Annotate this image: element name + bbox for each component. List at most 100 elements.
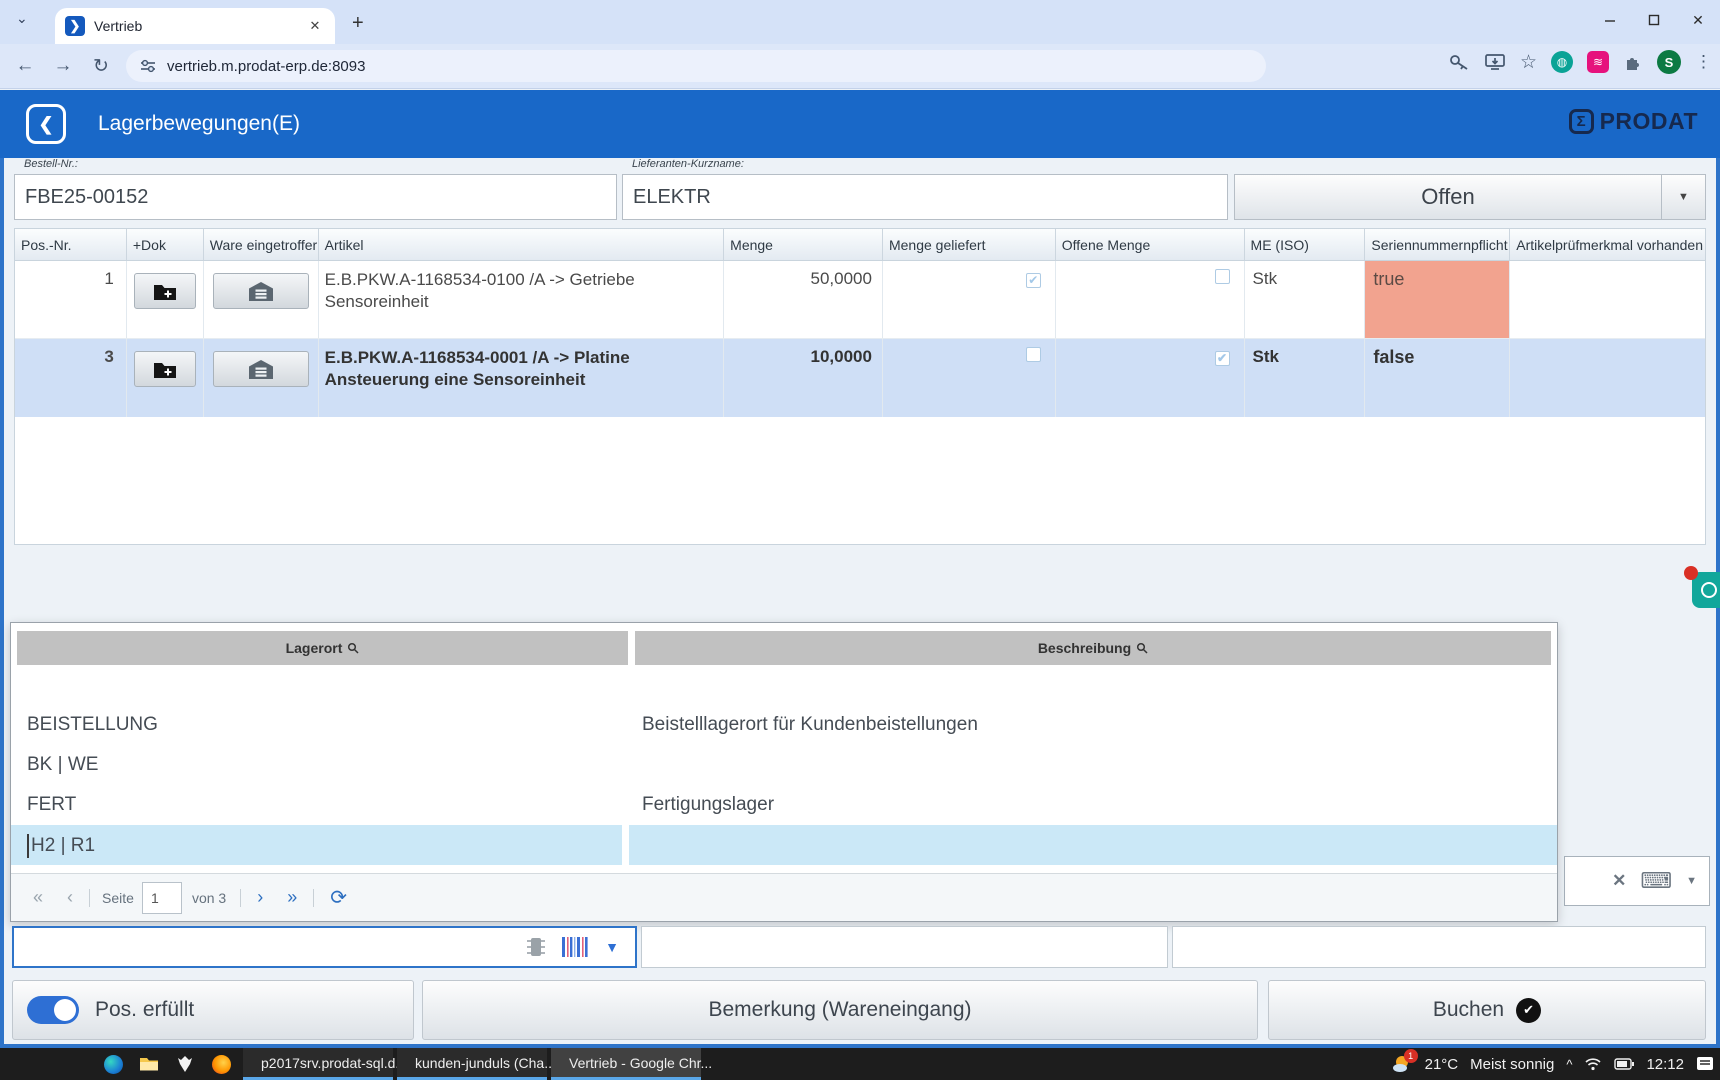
menge-geliefert-checkbox[interactable] (1026, 347, 1041, 362)
status-dropdown-arrow-icon[interactable]: ▼ (1661, 175, 1705, 219)
col-ware-eingetroffen[interactable]: Ware eingetroffer (204, 229, 319, 260)
buchen-button[interactable]: Buchen ✔ (1268, 980, 1706, 1040)
beschreibung-value (629, 665, 1557, 705)
list-item[interactable]: BEISTELLUNG Beistelllagerort für Kundenb… (11, 705, 1557, 745)
weather-desc[interactable]: Meist sonnig (1470, 1056, 1554, 1073)
table-row[interactable]: 1 E.B.PKW.A-1168534-0100 /A -> Getriebe … (15, 261, 1705, 339)
taskbar-task-chat[interactable]: kunden-junduls (Cha... (397, 1048, 547, 1080)
col-dok[interactable]: +Dok (127, 229, 204, 260)
bemerkung-label: Bemerkung (Wareneingang) (708, 998, 971, 1022)
bookmark-star-icon[interactable]: ☆ (1520, 51, 1537, 74)
weather-badge: 1 (1404, 1049, 1418, 1063)
pos-erfuellt-toggle-button[interactable]: Pos. erfüllt (12, 980, 414, 1040)
col-me-iso[interactable]: ME (ISO) (1245, 229, 1366, 260)
popup-col-lagerort[interactable]: Lagerort (17, 631, 628, 665)
beschreibung-value: Beistelllagerort für Kundenbeistellungen (629, 705, 1557, 745)
col-artikelpruefmerkmal[interactable]: Artikelprüfmerkmal vorhanden (1510, 229, 1705, 260)
col-menge[interactable]: Menge (724, 229, 883, 260)
keyboard-icon[interactable]: ⌨ (1640, 868, 1672, 894)
scan-dropdown-arrow-icon[interactable]: ▼ (605, 939, 619, 955)
dok-add-button[interactable] (134, 351, 196, 387)
bestell-nr-input[interactable]: FBE25-00152 (14, 174, 617, 220)
input-field-middle[interactable] (641, 926, 1168, 968)
teal-extension-icon[interactable]: ◍ (1551, 51, 1573, 73)
divider (313, 889, 314, 907)
screen-capture-bubble[interactable] (1692, 572, 1720, 608)
lagerort-popup: Lagerort Beschreibung BEISTELLUNG Beiste… (10, 622, 1558, 922)
scan-input[interactable]: ▼ (12, 926, 637, 968)
lagerort-value: FERT (11, 785, 622, 825)
new-tab-button[interactable]: + (352, 12, 364, 35)
menge-geliefert-checkbox[interactable]: ✔ (1026, 273, 1041, 288)
pink-extension-icon[interactable]: ≋ (1587, 51, 1609, 73)
wifi-icon[interactable] (1584, 1057, 1602, 1071)
table-row-selected[interactable]: 3 E.B.PKW.A-1168534-0001 /A -> Platine A… (15, 339, 1705, 417)
col-offene-menge[interactable]: Offene Menge (1056, 229, 1245, 260)
window-close-button[interactable]: ✕ (1676, 0, 1720, 40)
warehouse-button[interactable] (213, 351, 309, 387)
lieferant-label: Lieferanten-Kurzname: (632, 158, 744, 170)
notification-dot (1684, 566, 1698, 580)
list-item[interactable]: BK | WE (11, 745, 1557, 785)
offene-menge-checkbox[interactable] (1215, 269, 1230, 284)
weather-temp[interactable]: 21°C (1425, 1056, 1459, 1073)
tab-search-chevron-icon[interactable]: ⌄ (16, 10, 28, 27)
col-menge-geliefert[interactable]: Menge geliefert (883, 229, 1056, 260)
task-label: Vertrieb - Google Chr... (569, 1055, 712, 1071)
keyboard-dropdown-arrow-icon[interactable]: ▼ (1686, 875, 1697, 887)
status-dropdown[interactable]: Offen ▼ (1234, 174, 1706, 220)
window-minimize-button[interactable] (1588, 0, 1632, 40)
kebab-menu-icon[interactable]: ⋮ (1695, 52, 1712, 72)
file-explorer-icon[interactable] (131, 1048, 167, 1080)
tray-chevron-icon[interactable]: ^ (1566, 1057, 1572, 1072)
col-pos-nr[interactable]: Pos.-Nr. (15, 229, 127, 260)
pos-erfuellt-toggle[interactable] (27, 996, 79, 1024)
window-maximize-button[interactable] (1632, 0, 1676, 40)
clear-icon[interactable]: ✕ (1612, 871, 1626, 891)
nav-forward-icon[interactable]: → (44, 55, 82, 77)
buchen-label: Buchen (1433, 998, 1504, 1022)
list-item-selected[interactable]: H2 | R1 (11, 825, 1557, 865)
site-settings-icon[interactable] (140, 59, 157, 73)
clock[interactable]: 12:12 (1646, 1056, 1684, 1073)
taskbar-task-chrome[interactable]: Vertrieb - Google Chr... (551, 1048, 701, 1080)
page-prev-button[interactable]: ‹ (55, 887, 85, 908)
cell-pos: 3 (15, 339, 127, 417)
bemerkung-button[interactable]: Bemerkung (Wareneingang) (422, 980, 1258, 1040)
dok-add-button[interactable] (134, 273, 196, 309)
back-button[interactable]: ❮ (26, 104, 66, 144)
bestell-nr-value: FBE25-00152 (25, 186, 148, 209)
install-monitor-icon[interactable] (1484, 53, 1506, 71)
col-seriennummernpflicht[interactable]: Seriennummernpflicht (1365, 229, 1510, 260)
offene-menge-checkbox[interactable]: ✔ (1215, 351, 1230, 366)
address-bar[interactable]: vertrieb.m.prodat-erp.de:8093 (126, 50, 1266, 82)
page-next-button[interactable]: › (245, 887, 275, 908)
wolf-app-icon[interactable] (167, 1048, 203, 1080)
nav-reload-icon[interactable]: ↻ (82, 55, 120, 78)
refresh-icon[interactable]: ⟳ (318, 885, 359, 910)
popup-col-beschreibung[interactable]: Beschreibung (635, 631, 1551, 665)
list-item[interactable]: FERT Fertigungslager (11, 785, 1557, 825)
weather-icon[interactable]: 1 (1391, 1054, 1413, 1074)
edge-icon[interactable] (95, 1048, 131, 1080)
firefox-icon[interactable] (203, 1048, 239, 1080)
lieferant-input[interactable]: ELEKTR (622, 174, 1228, 220)
battery-icon[interactable] (1614, 1058, 1634, 1070)
passkey-icon[interactable] (1448, 53, 1470, 71)
warehouse-button[interactable] (213, 273, 309, 309)
col-artikel[interactable]: Artikel (319, 229, 725, 260)
beschreibung-value: Fertigungslager (629, 785, 1557, 825)
tab-close-icon[interactable]: ✕ (305, 16, 325, 36)
page-first-button[interactable]: « (21, 887, 55, 908)
nav-back-icon[interactable]: ← (6, 55, 44, 77)
profile-avatar[interactable]: S (1657, 50, 1681, 74)
browser-tab[interactable]: ❯ Vertrieb ✕ (55, 8, 335, 44)
list-item[interactable] (11, 665, 1557, 705)
taskbar-task-rdp[interactable]: p2017srv.prodat-sql.d... (243, 1048, 393, 1080)
notification-center-icon[interactable] (1696, 1056, 1714, 1072)
page-number-input[interactable] (142, 882, 182, 914)
page-last-button[interactable]: » (275, 887, 309, 908)
warehouse-icon (248, 281, 274, 302)
extensions-puzzle-icon[interactable] (1623, 52, 1643, 72)
input-field-right[interactable] (1172, 926, 1706, 968)
